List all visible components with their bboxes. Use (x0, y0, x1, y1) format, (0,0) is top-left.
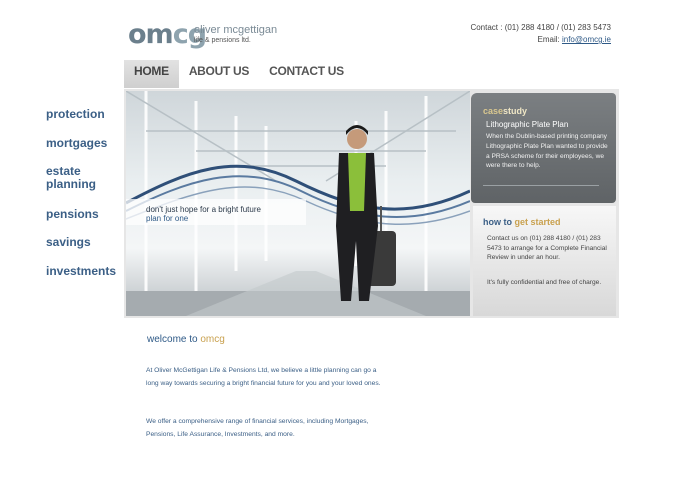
get-started-title-a: how to (483, 217, 515, 227)
contact-email-label: Email: (537, 35, 562, 44)
get-started-note: It's fully confidential and free of char… (487, 279, 602, 286)
contact-email-link[interactable]: info@omcg.ie (562, 35, 611, 44)
logo-company-name: oliver mcgettigan (194, 24, 278, 36)
case-study-subtitle: Lithographic Plate Plan (486, 120, 569, 129)
sidebar-item-mortgages[interactable]: mortgages (46, 137, 107, 150)
nav-tab-contact-us[interactable]: CONTACT US (259, 60, 354, 88)
logo-company-subtitle: life & pensions ltd. (194, 37, 251, 44)
case-study-title: casestudy (483, 106, 527, 116)
get-started-title: how to get started (483, 217, 561, 227)
welcome-heading-a: welcome to (147, 334, 201, 345)
sidebar-item-protection[interactable]: protection (46, 108, 105, 121)
welcome-heading: welcome to omcg (147, 334, 225, 345)
welcome-heading-b: omcg (200, 334, 225, 345)
case-study-title-a: case (483, 106, 504, 116)
sidebar-item-estate-planning[interactable]: estate planning (46, 165, 106, 191)
contact-phone: Contact : (01) 288 4180 / (01) 283 5473 (470, 23, 611, 32)
welcome-paragraph-1: At Oliver McGettigan Life & Pensions Ltd… (146, 367, 381, 387)
nav-tab-home[interactable]: HOME (124, 60, 179, 88)
hero-tagline: don't just hope for a bright future (146, 205, 261, 214)
case-study-title-b: study (503, 106, 528, 116)
sidebar-item-savings[interactable]: savings (46, 236, 91, 249)
hero-photo: don't just hope for a bright future plan… (126, 91, 470, 316)
welcome-paragraph-2: We offer a comprehensive range of financ… (146, 418, 369, 438)
case-study-divider (483, 185, 599, 186)
logo-mark-part1: om (128, 19, 174, 50)
nav-tab-about-us[interactable]: ABOUT US (179, 60, 259, 88)
get-started-body: Contact us on (01) 288 4180 / (01) 283 5… (487, 235, 607, 262)
main-nav: HOME ABOUT US CONTACT US (124, 60, 354, 88)
contact-email-line: Email: info@omcg.ie (538, 35, 611, 44)
get-started-panel[interactable]: how to get started Contact us on (01) 28… (473, 206, 616, 316)
case-study-body: When the Dublin-based printing company L… (486, 133, 608, 170)
hero-banner: don't just hope for a bright future plan… (124, 89, 619, 318)
get-started-title-b: get started (514, 217, 561, 227)
sidebar-item-pensions[interactable]: pensions (46, 208, 99, 221)
hero-tagline-sub: plan for one (146, 214, 189, 223)
site-logo[interactable]: omcg oliver mcgettigan life & pensions l… (128, 20, 288, 52)
case-study-panel[interactable]: casestudy Lithographic Plate Plan When t… (471, 93, 616, 203)
sidebar-item-investments[interactable]: investments (46, 265, 116, 278)
